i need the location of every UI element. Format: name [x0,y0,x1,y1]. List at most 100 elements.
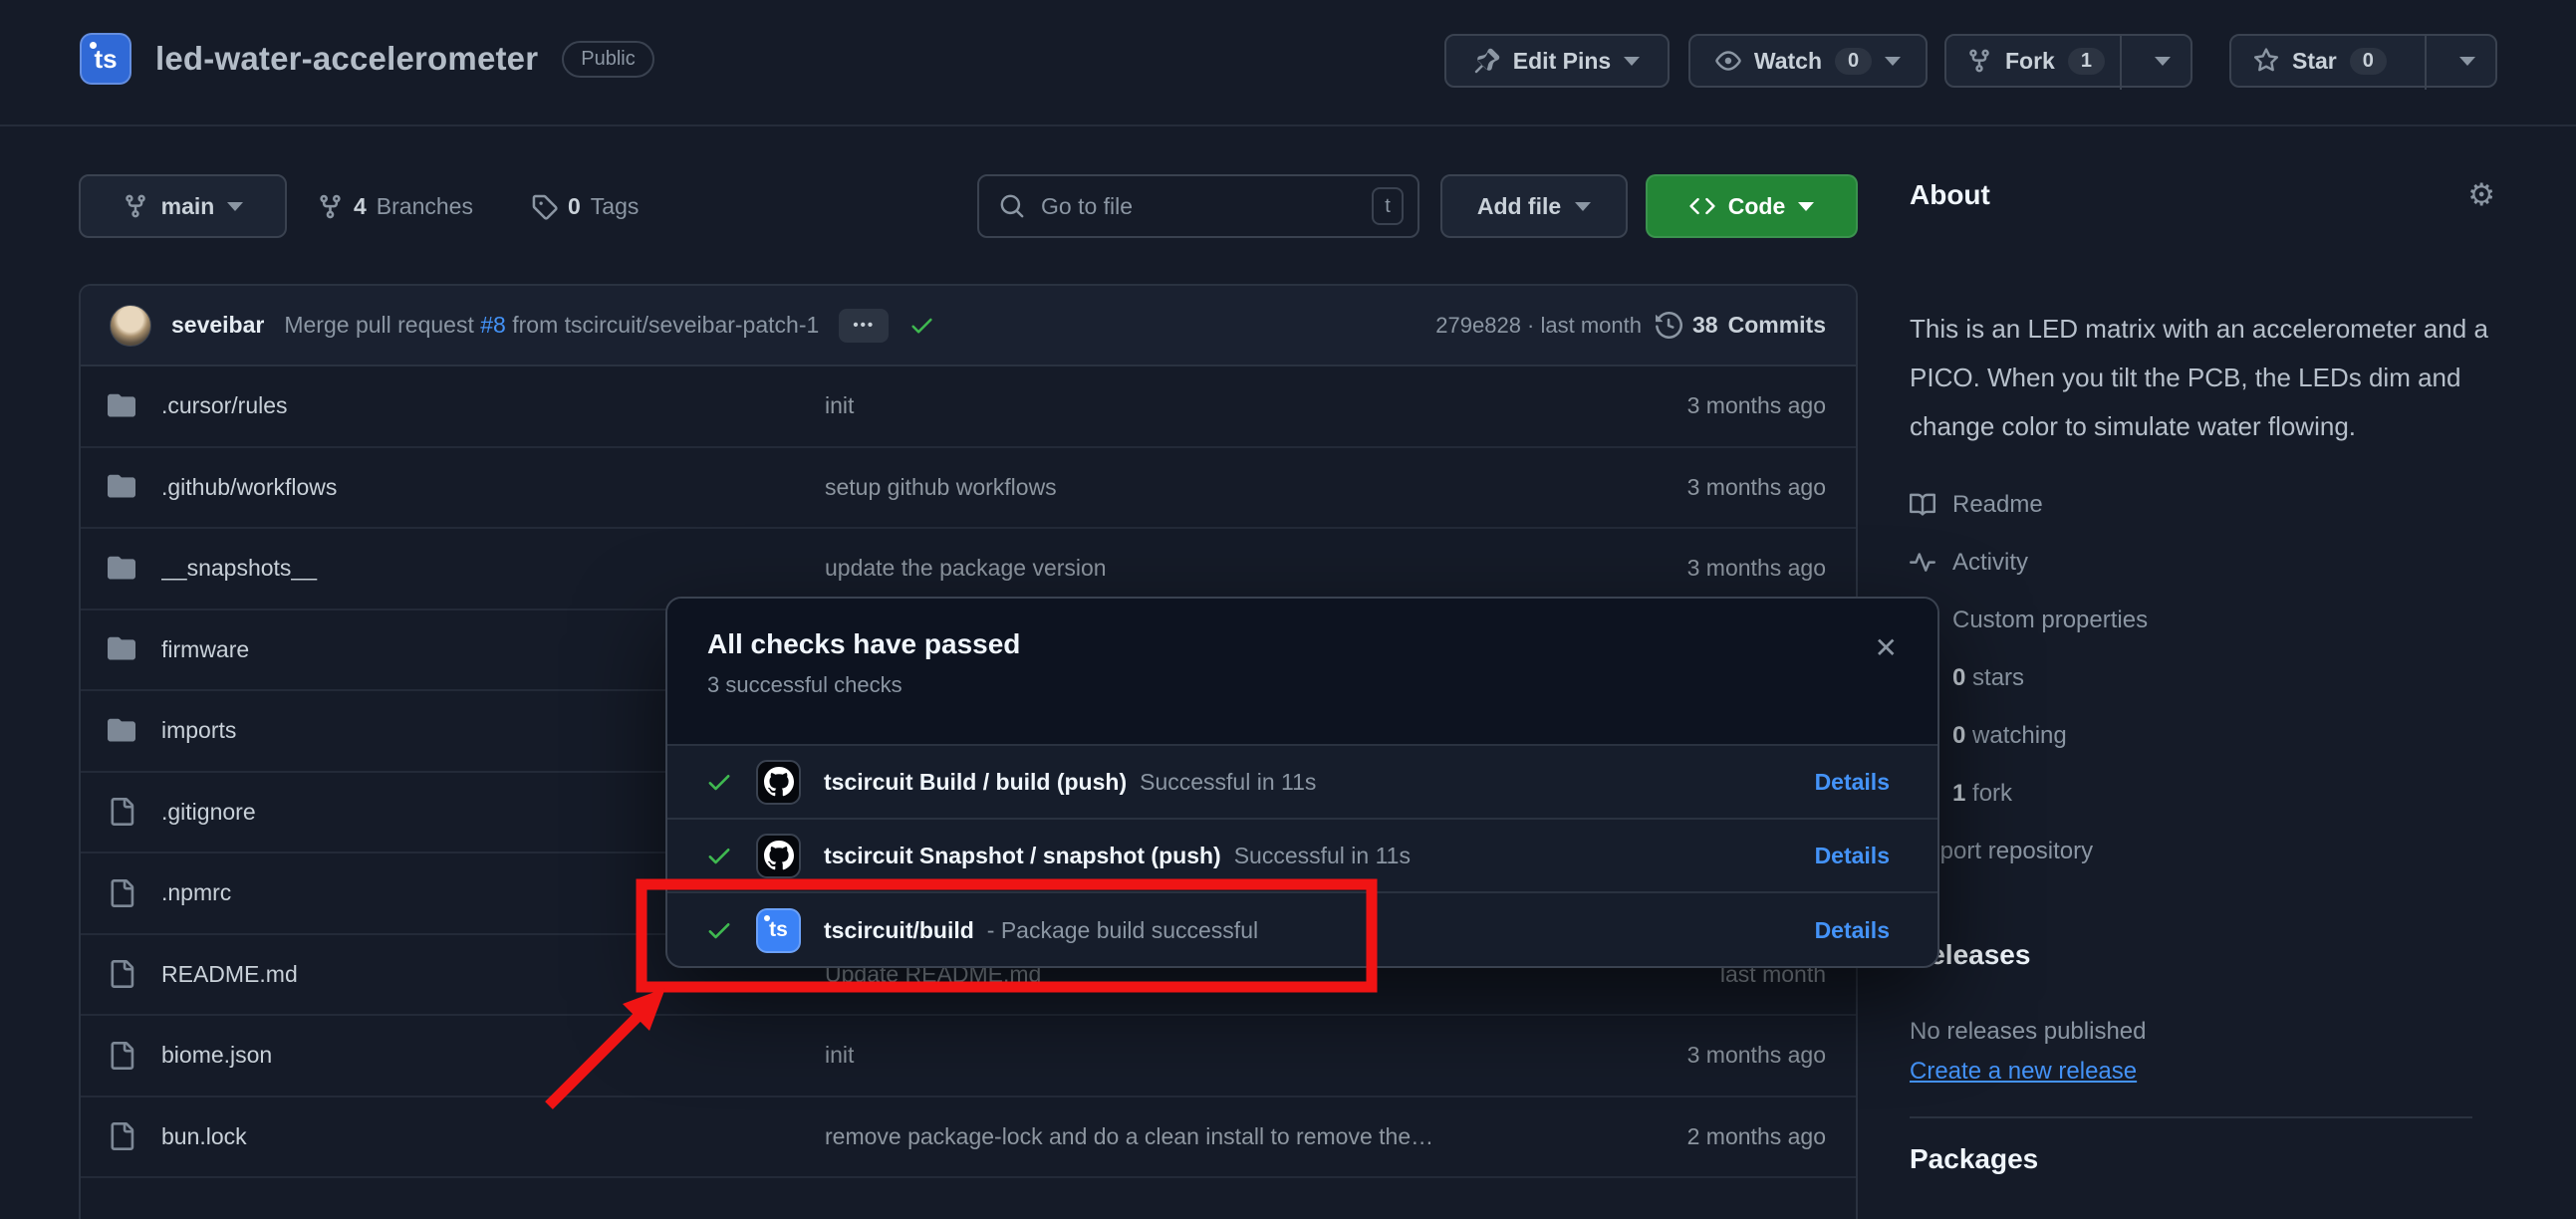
checks-popup: All checks have passed 3 successful chec… [665,597,1939,968]
chevron-down-icon [1798,202,1814,211]
history-icon [1656,312,1682,339]
fork-button[interactable]: Fork 1 [1944,34,2192,88]
fork-count: 1 [2068,48,2105,75]
code-button[interactable]: Code [1646,174,1858,238]
about-title: About [1910,179,1990,211]
packages-title[interactable]: Packages [1910,1143,2038,1175]
activity-label: Activity [1952,549,2028,577]
checks-popup-header: All checks have passed 3 successful chec… [667,599,1937,746]
commits-history-link[interactable]: 38 Commits [1656,312,1826,339]
check-details-link[interactable]: Details [1815,769,1890,796]
star-button[interactable]: Star 0 [2229,34,2497,88]
commit-message-text: from tscircuit/seveibar-patch-1 [506,312,819,338]
custom-properties-label: Custom properties [1952,607,2148,634]
commit-ellipsis-button[interactable]: ••• [839,309,889,343]
file-icon [108,879,135,907]
check-details-link[interactable]: Details [1815,917,1890,944]
watch-button[interactable]: Watch 0 [1688,34,1928,88]
keyboard-shortcut-badge: t [1372,187,1404,225]
sidebar: About ⚙ This is an LED matrix with an ac… [1910,179,2497,1219]
forks-text: 1 fork [1952,780,2012,808]
code-label: Code [1728,193,1786,220]
file-name[interactable]: bun.lock [161,1123,825,1150]
file-icon [108,1042,135,1070]
stars-label: stars [1972,664,2024,691]
current-branch-label: main [161,193,215,220]
tags-link[interactable]: 0 Tags [531,174,639,238]
code-icon [1689,193,1715,219]
add-file-button[interactable]: Add file [1440,174,1628,238]
file-name[interactable]: biome.json [161,1042,825,1069]
table-row[interactable]: .github/workflows setup github workflows… [81,448,1856,530]
github-actions-icon [756,834,801,878]
forks-label: fork [1972,780,2012,807]
edit-pins-label: Edit Pins [1513,48,1611,75]
commit-status-check-icon[interactable] [908,312,935,339]
sidebar-item-activity[interactable]: Activity [1910,534,2497,592]
sidebar-item-watching[interactable]: 0 watching [1910,707,2497,765]
edit-pins-button[interactable]: Edit Pins [1444,34,1670,88]
watch-count: 0 [1835,48,1872,75]
fork-dropdown[interactable] [2135,36,2190,86]
tags-count: 0 [568,193,581,220]
table-row[interactable]: .cursor/rules init 3 months ago [81,366,1856,448]
file-icon [108,960,135,988]
sidebar-item-report[interactable]: Report repository [1910,823,2497,880]
commit-message[interactable]: Merge pull request #8 from tscircuit/sev… [284,312,819,339]
sidebar-item-custom-properties[interactable]: Custom properties [1910,592,2497,649]
fork-label: Fork [2005,48,2055,75]
commit-message-cell[interactable]: init [825,392,1577,419]
file-name[interactable]: __snapshots__ [161,555,825,582]
create-release-link[interactable]: Create a new release [1910,1058,2137,1086]
sidebar-item-readme[interactable]: Readme [1910,476,2497,534]
watch-label: Watch [1754,48,1822,75]
chevron-down-icon [1885,57,1901,66]
file-name[interactable]: .github/workflows [161,474,825,501]
commit-message-cell[interactable]: init [825,1042,1577,1069]
folder-icon [108,473,135,501]
latest-commit-bar: seveibar Merge pull request #8 from tsci… [81,286,1856,366]
check-row[interactable]: ts tscircuit/build - Package build succe… [667,893,1937,967]
tscircuit-icon: ts [756,908,801,953]
commit-sha-time[interactable]: 279e828 · last month [1435,313,1642,339]
sidebar-item-forks[interactable]: 1 fork [1910,765,2497,823]
check-row[interactable]: tscircuit Snapshot / snapshot (push) Suc… [667,820,1937,893]
ts-logo-dot [764,915,770,921]
branches-link[interactable]: 4 Branches [317,174,473,238]
tag-icon [531,193,558,220]
sidebar-item-stars[interactable]: 0 stars [1910,649,2497,707]
checks-popup-subtitle: 3 successful checks [707,672,1898,698]
branch-selector-button[interactable]: main [79,174,287,238]
check-status: Successful in 11s [1140,769,1316,796]
commit-author-avatar[interactable] [110,305,151,347]
star-dropdown[interactable] [2440,36,2495,86]
pr-link[interactable]: #8 [480,312,506,338]
commit-message-cell[interactable]: setup github workflows [825,474,1577,501]
check-row[interactable]: tscircuit Build / build (push) Successfu… [667,746,1937,820]
stars-text: 0 stars [1952,664,2024,692]
go-to-file-input[interactable] [1039,192,1358,221]
folder-icon [108,635,135,663]
close-icon[interactable]: ✕ [1875,634,1898,662]
table-row [81,1178,1856,1219]
pulse-icon [1910,550,1935,576]
go-to-file-search[interactable]: t [977,174,1419,238]
gear-icon[interactable]: ⚙ [2467,179,2495,210]
forks-count: 1 [1952,780,1965,807]
file-icon [108,798,135,826]
check-details-link[interactable]: Details [1815,843,1890,869]
commit-message-cell[interactable]: update the package version [825,555,1577,582]
commit-author[interactable]: seveibar [171,312,264,339]
table-row[interactable]: bun.lock remove package-lock and do a cl… [81,1097,1856,1179]
repo-owner-avatar[interactable]: ts [80,33,131,85]
file-icon [108,1122,135,1150]
file-name[interactable]: .cursor/rules [161,392,825,419]
repo-title[interactable]: led-water-accelerometer [155,40,538,78]
branches-label: Branches [377,193,473,220]
table-row[interactable]: biome.json init 3 months ago [81,1016,1856,1097]
button-divider [2120,36,2122,90]
checks-popup-title: All checks have passed [707,628,1898,660]
check-status: - Package build successful [987,917,1258,944]
commit-date-cell: 3 months ago [1577,555,1826,582]
commit-message-cell[interactable]: remove package-lock and do a clean insta… [825,1123,1577,1150]
